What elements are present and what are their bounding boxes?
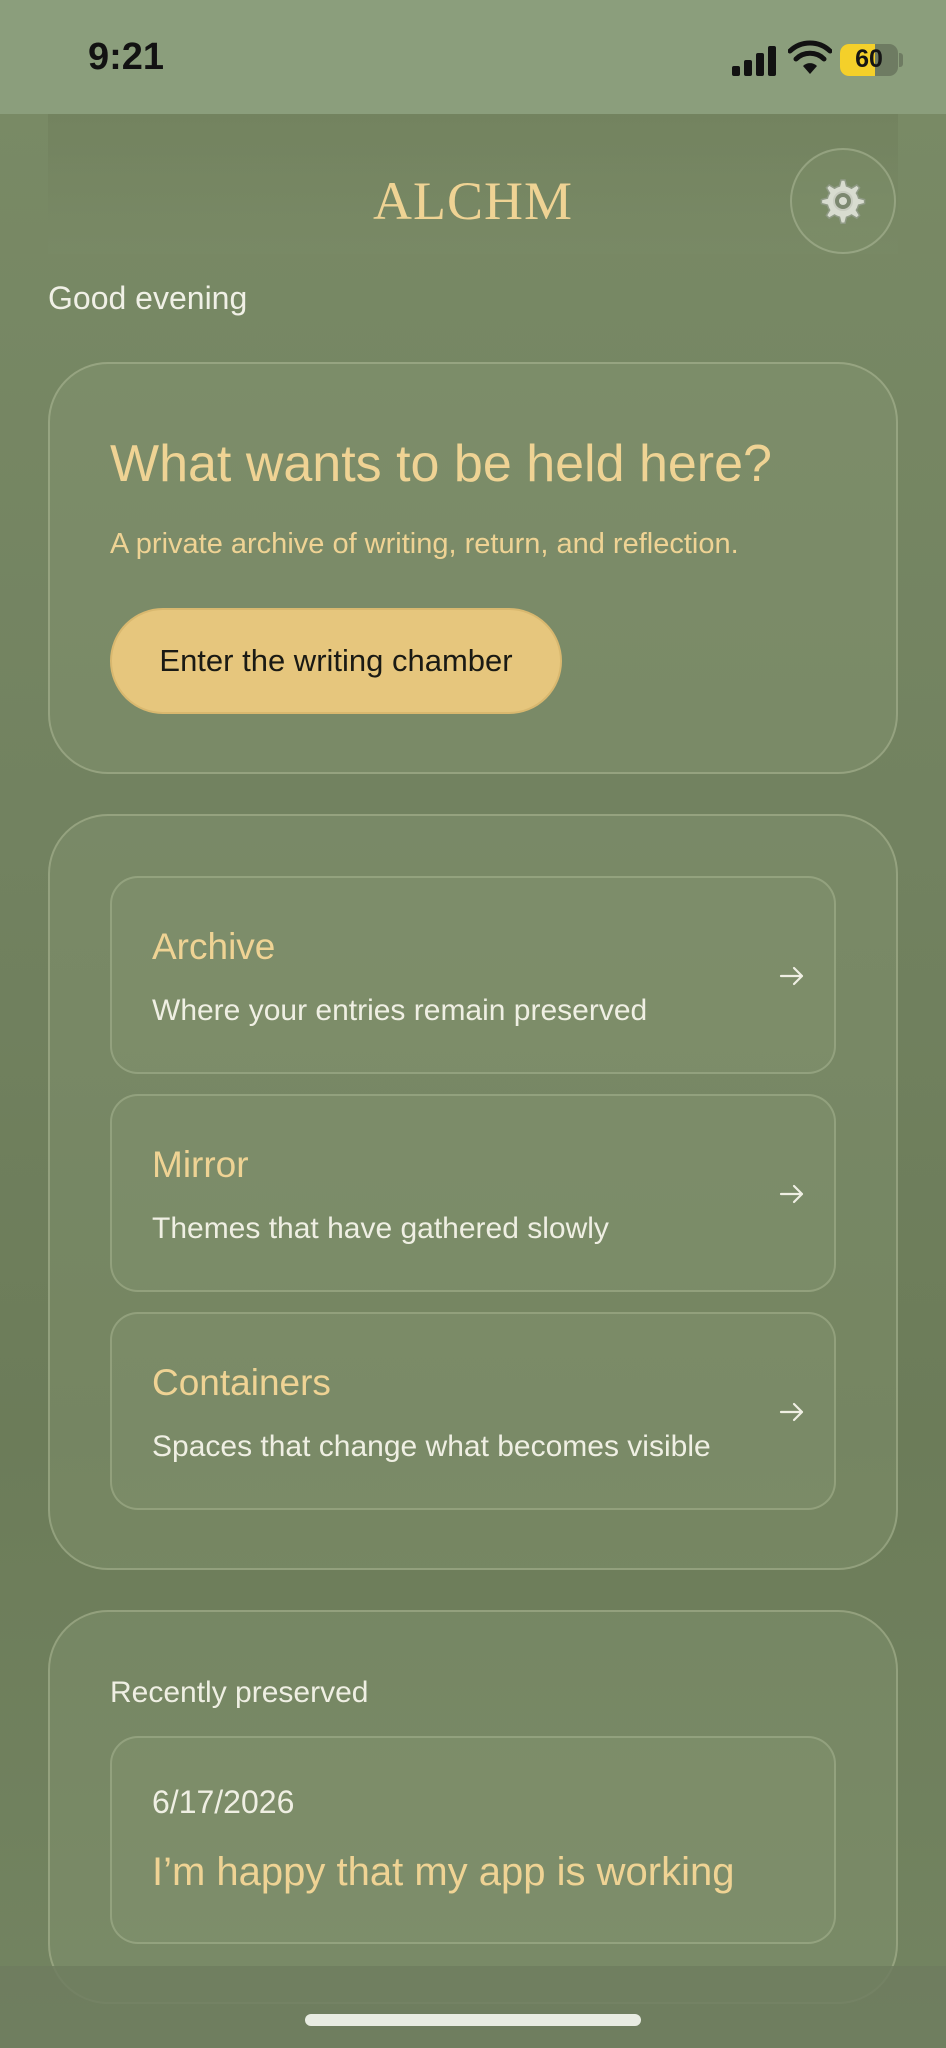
nav-item-description: Spaces that change what becomes visible — [152, 1430, 711, 1463]
status-bar: 9:21 60 — [0, 0, 946, 114]
enter-writing-chamber-button[interactable]: Enter the writing chamber — [110, 608, 562, 714]
nav-item-mirror[interactable]: Mirror Themes that have gathered slowly — [110, 1094, 836, 1292]
home-indicator[interactable] — [305, 2014, 641, 2026]
nav-item-title: Containers — [152, 1362, 331, 1403]
hero-title: What wants to be held here? — [110, 435, 772, 493]
arrow-right-icon — [779, 1402, 804, 1422]
hero-subtitle: A private archive of writing, return, an… — [110, 528, 739, 560]
status-time: 9:21 — [88, 36, 165, 78]
greeting-text: Good evening — [48, 280, 248, 316]
nav-item-description: Themes that have gathered slowly — [152, 1212, 609, 1245]
battery-level: 60 — [855, 45, 883, 73]
settings-button[interactable] — [790, 148, 896, 254]
bottom-bar — [0, 1966, 946, 2048]
app-screen: 9:21 60 ALCHM Good evening What wants to… — [0, 0, 946, 2048]
nav-item-description: Where your entries remain preserved — [152, 994, 648, 1027]
nav-item-containers[interactable]: Containers Spaces that change what becom… — [110, 1312, 836, 1510]
recent-entry[interactable]: 6/17/2026 I’m happy that my app is worki… — [110, 1736, 836, 1944]
entry-text: I’m happy that my app is working — [152, 1850, 735, 1894]
arrow-right-icon — [779, 1184, 804, 1204]
nav-item-archive[interactable]: Archive Where your entries remain preser… — [110, 876, 836, 1074]
nav-item-title: Mirror — [152, 1144, 249, 1185]
app-title: ALCHM — [372, 171, 573, 231]
entry-date: 6/17/2026 — [152, 1784, 295, 1820]
nav-item-title: Archive — [152, 926, 276, 967]
gear-icon — [820, 179, 866, 224]
recently-preserved-heading: Recently preserved — [110, 1676, 369, 1709]
arrow-right-icon — [779, 966, 804, 986]
navigation-card: Archive Where your entries remain preser… — [48, 814, 898, 1570]
wifi-icon — [788, 40, 832, 74]
battery-nub — [899, 53, 903, 67]
app-header: ALCHM — [48, 114, 898, 254]
recently-preserved-card: Recently preserved 6/17/2026 I’m happy t… — [48, 1610, 898, 2004]
cellular-signal-icon — [732, 46, 778, 76]
battery-icon: 60 — [840, 44, 898, 76]
hero-card: What wants to be held here? A private ar… — [48, 362, 898, 774]
